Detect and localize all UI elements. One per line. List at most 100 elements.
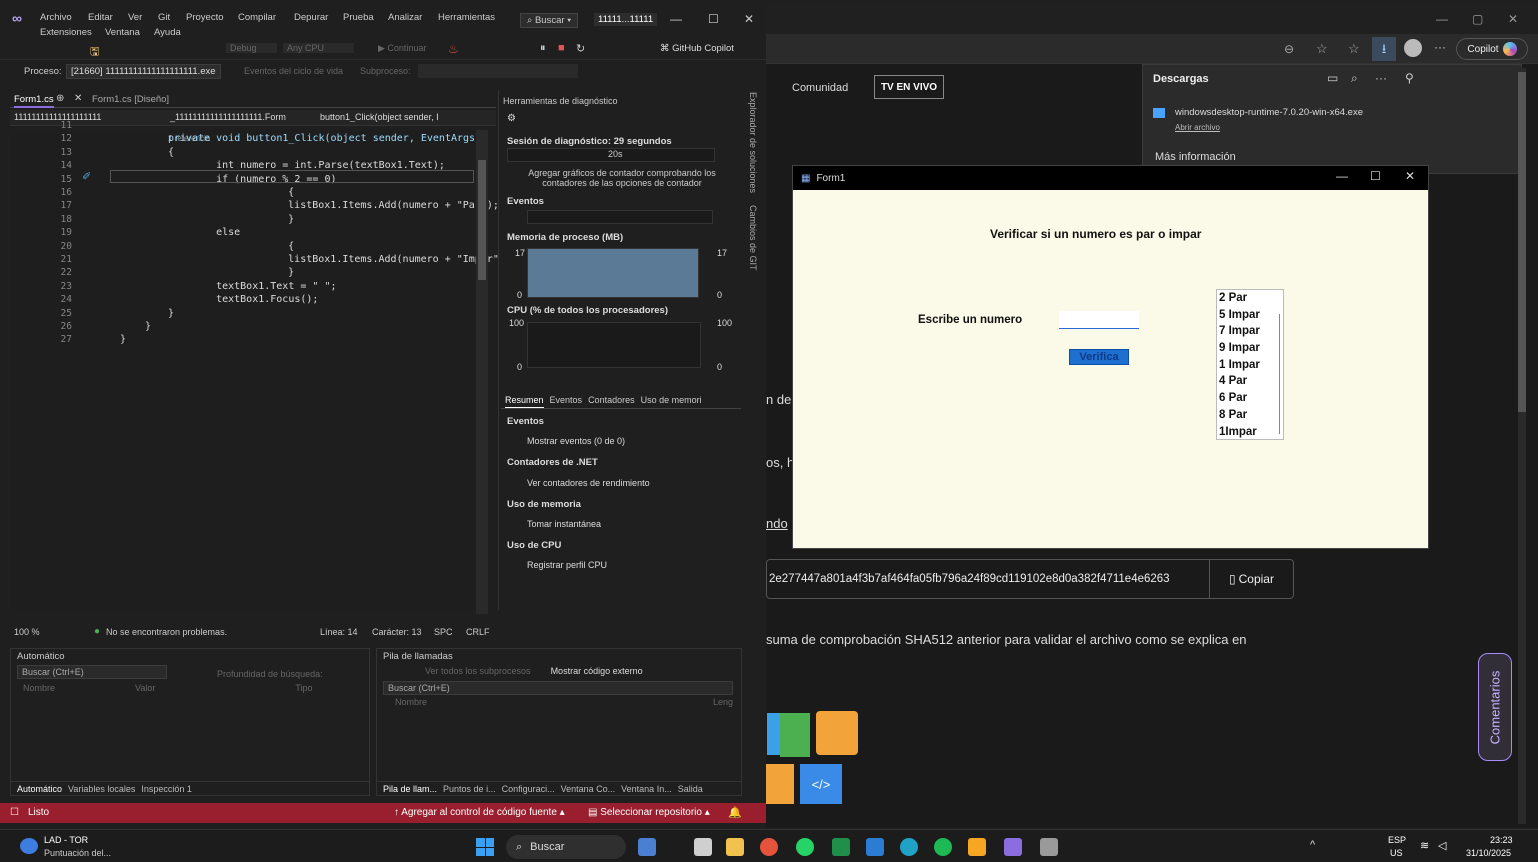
process-select[interactable]: [21660] 11111111111111111111.exe — [66, 64, 221, 79]
widget-subtitle[interactable]: Puntuación del... — [44, 848, 111, 858]
continue-button[interactable]: ▶ Continuar — [378, 43, 426, 54]
results-listbox[interactable]: 2 Par 5 Impar 7 Impar 9 Impar 1 Impar 4 … — [1216, 289, 1284, 440]
nav-class[interactable]: _11111111111111111111.Form — [170, 112, 286, 122]
nav-link-tv[interactable]: TV EN VIVO — [874, 75, 944, 99]
list-item[interactable]: 2 Par — [1217, 290, 1283, 307]
snapshot-button[interactable]: Tomar instantánea — [527, 519, 601, 529]
col-nombre[interactable]: Nombre — [395, 697, 427, 707]
list-item[interactable]: 1 Impar — [1217, 357, 1283, 374]
external-code-toggle[interactable]: Mostrar código externo — [551, 666, 643, 676]
settings-icon[interactable]: ⚙ — [507, 113, 516, 124]
region-indicator[interactable]: US — [1390, 848, 1403, 858]
excel-icon[interactable] — [832, 838, 850, 856]
tab-eventos[interactable]: Eventos — [550, 395, 583, 408]
listbox-scrollbar[interactable] — [1279, 314, 1280, 434]
code-line[interactable]: } — [120, 334, 126, 345]
perf-counters-link[interactable]: Ver contadores de rendimiento — [527, 478, 650, 488]
menu-editar[interactable]: Editar — [88, 12, 113, 23]
menu-prueba[interactable]: Prueba — [343, 12, 374, 23]
vs-search[interactable]: ⌕ Buscar ▾ — [520, 13, 579, 28]
favorite-star-icon[interactable]: ☆ — [1316, 41, 1328, 57]
maximize-icon[interactable]: ☐ — [1370, 169, 1381, 183]
close-icon[interactable]: ✕ — [1405, 169, 1415, 183]
tab-contadores[interactable]: Contadores — [588, 395, 635, 408]
sha-hash[interactable]: 2e277447a801a4f3b7af464fa05fb796a24f89cd… — [769, 573, 1170, 585]
menu-analizar[interactable]: Analizar — [388, 12, 422, 23]
spotify-icon[interactable] — [934, 838, 952, 856]
notifications-icon[interactable]: 🔔 — [728, 806, 742, 819]
menu-proyecto[interactable]: Proyecto — [186, 12, 224, 23]
restart-icon[interactable]: ↻ — [576, 42, 585, 55]
pin-icon[interactable]: ⚲ — [1405, 71, 1414, 85]
col-valor[interactable]: Valor — [135, 683, 155, 693]
menu-archivo[interactable]: Archivo — [40, 12, 72, 23]
events-header[interactable]: Eventos — [507, 196, 544, 207]
search-icon[interactable]: ⌕ — [1351, 71, 1358, 86]
memory-header[interactable]: Memoria de proceso (MB) — [507, 232, 623, 243]
code-line[interactable]: { — [168, 147, 174, 158]
list-item[interactable]: 5 Impar — [1217, 307, 1283, 324]
minimize-icon[interactable]: — — [1336, 169, 1348, 183]
show-events-link[interactable]: Mostrar eventos (0 de 0) — [527, 436, 625, 446]
minimize-icon[interactable]: — — [1436, 12, 1448, 26]
autos-search[interactable]: Buscar (Ctrl+E) — [17, 665, 167, 679]
problems-status[interactable]: No se encontraron problemas. — [106, 627, 227, 637]
tab-ventana-in[interactable]: Ventana In... — [621, 784, 672, 794]
list-item[interactable]: 4 Par — [1217, 373, 1283, 390]
edge-icon[interactable] — [900, 838, 918, 856]
code-line[interactable]: private void button1_Click(object sender… — [168, 133, 475, 144]
platform-select[interactable]: Any CPU — [283, 43, 355, 53]
git-changes-tab[interactable]: Cambios de GIT — [744, 205, 758, 275]
taskbar-search[interactable]: ⌕ Buscar — [506, 835, 626, 859]
menu-git[interactable]: Git — [158, 12, 170, 23]
copilot-button[interactable]: Copilot — [1456, 38, 1528, 60]
language-indicator[interactable]: ESP — [1388, 835, 1406, 845]
whatsapp-icon[interactable] — [796, 838, 814, 856]
all-threads-toggle[interactable]: Ver todos los subprocesos — [425, 666, 531, 676]
code-line[interactable]: } — [240, 214, 294, 225]
favorites-icon[interactable]: ☆ — [1348, 41, 1360, 57]
code-line[interactable]: { — [240, 187, 294, 198]
line-number[interactable]: Línea: 14 — [320, 627, 358, 637]
add-source-control[interactable]: ↑ Agregar al control de código fuente ▴ — [394, 807, 565, 818]
stop-icon[interactable]: ■ — [558, 42, 565, 54]
config-select[interactable]: Debug — [226, 43, 277, 53]
code-line[interactable]: } — [240, 267, 294, 278]
browser-scrollbar[interactable] — [1518, 68, 1526, 824]
page-link-fragment[interactable]: ndo — [766, 516, 788, 531]
tab-inspeccion[interactable]: Inspección 1 — [141, 784, 192, 794]
code-line[interactable]: textBox1.Focus(); — [192, 294, 318, 305]
weather-icon[interactable] — [20, 838, 38, 854]
zoom-level[interactable]: 100 % — [14, 627, 40, 637]
wifi-icon[interactable]: ≋ — [1420, 839, 1429, 852]
file-explorer-icon[interactable] — [726, 838, 744, 856]
col-nombre[interactable]: Nombre — [23, 683, 55, 693]
more-icon[interactable]: ··· — [1434, 40, 1446, 54]
code-line[interactable]: } — [145, 321, 151, 332]
timeline-ruler[interactable]: 20s — [507, 148, 715, 162]
code-line[interactable]: } — [168, 308, 174, 319]
select-repository[interactable]: ▤ Seleccionar repositorio ▴ — [588, 807, 710, 818]
tab-automatico[interactable]: Automático — [17, 784, 62, 794]
line-endings[interactable]: CRLF — [466, 627, 490, 637]
thread-select[interactable] — [418, 64, 578, 78]
nav-link-comunidad[interactable]: Comunidad — [792, 82, 848, 94]
cpu-profile-button[interactable]: Registrar perfil CPU — [527, 560, 607, 570]
clock-date[interactable]: 31/10/2025 — [1466, 848, 1511, 858]
scrollbar-thumb[interactable] — [1518, 72, 1526, 412]
menu-extensiones[interactable]: Extensiones — [40, 27, 92, 38]
copilot-button[interactable]: ⌘ GitHub Copilot — [660, 43, 734, 54]
col-tipo[interactable]: Tipo — [295, 683, 312, 693]
profile-avatar[interactable] — [1404, 39, 1422, 57]
whitespace-mode[interactable]: SPC — [434, 627, 453, 637]
editor-scrollbar[interactable] — [476, 130, 488, 614]
callstack-search[interactable]: Buscar (Ctrl+E) — [383, 681, 733, 695]
tab-salida[interactable]: Salida — [678, 784, 703, 794]
tab-form1-design[interactable]: Form1.cs [Diseño] — [92, 94, 169, 105]
app-icon[interactable] — [968, 838, 986, 856]
list-item[interactable]: 8 Par — [1217, 407, 1283, 424]
close-tab-icon[interactable]: ✕ — [74, 93, 82, 104]
maximize-icon[interactable]: ☐ — [708, 12, 719, 26]
scrollbar-thumb[interactable] — [478, 160, 486, 280]
tab-config[interactable]: Configuraci... — [502, 784, 555, 794]
